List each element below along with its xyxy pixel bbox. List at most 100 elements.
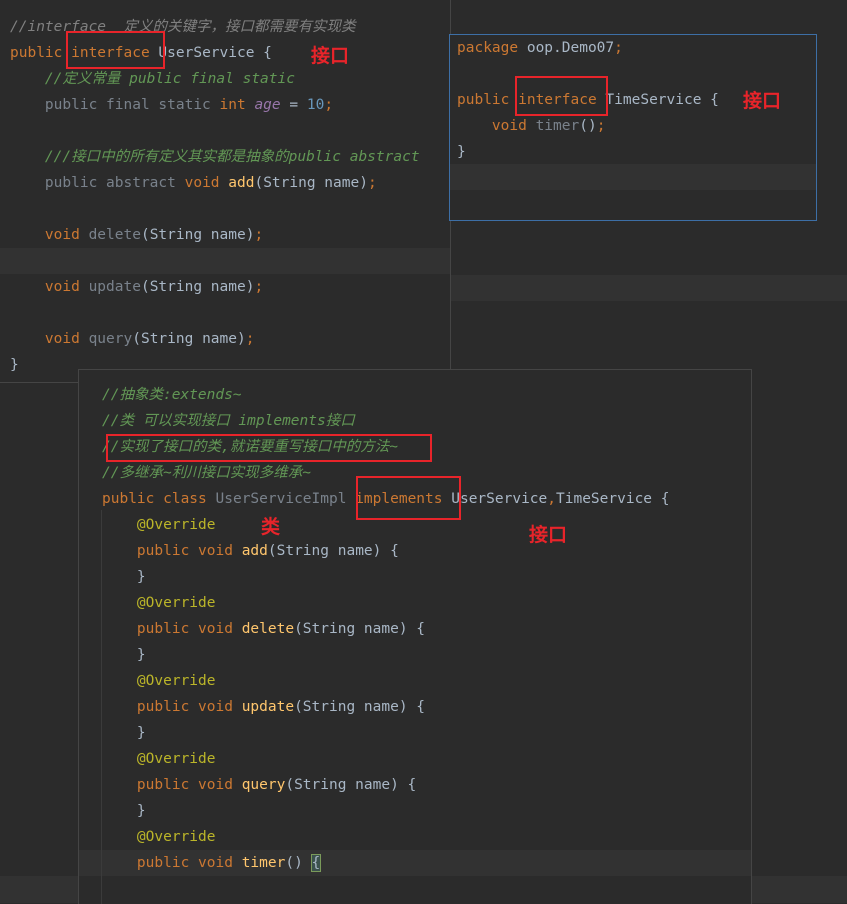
code-token: } — [457, 144, 466, 160]
code-token: update — [88, 279, 141, 295]
code-token: //定义常量 public final static — [10, 71, 295, 87]
code-line[interactable] — [0, 118, 450, 144]
code-line[interactable]: ///接口中的所有定义其实都是抽象的public abstract — [0, 144, 450, 170]
code-token: } — [102, 803, 146, 819]
code-token: (String name) { — [294, 699, 426, 715]
code-token: add — [241, 543, 268, 559]
code-token: ; — [254, 279, 264, 295]
code-token: //多继承~利川接口实现多维承~ — [102, 465, 311, 481]
code-line[interactable]: void timer(); — [450, 113, 816, 139]
code-token: (String name) — [140, 279, 255, 295]
code-token: ; — [367, 175, 377, 191]
code-token: @Override — [102, 751, 216, 767]
code-token: (String name) — [254, 175, 368, 191]
code-line[interactable]: @Override — [79, 668, 751, 694]
code-token: } — [102, 569, 146, 585]
code-token: delete — [241, 621, 295, 637]
code-line[interactable] — [0, 300, 450, 326]
code-token: (String name) { — [267, 543, 399, 559]
code-token: ; — [614, 40, 623, 56]
code-token: update — [241, 699, 295, 715]
code-token: @Override — [102, 517, 216, 533]
code-token: (String name) { — [285, 777, 417, 793]
code-token: (String name) — [140, 227, 255, 243]
code-token: void — [457, 118, 536, 134]
code-token: package — [457, 40, 527, 56]
code-token: //类 可以实现接口 implements接口 — [102, 413, 355, 429]
code-line[interactable]: } — [450, 139, 816, 165]
code-line[interactable]: public final static int age = 10; — [0, 92, 450, 118]
code-line[interactable]: public void delete(String name) { — [79, 616, 751, 642]
highlight-box-comment-line — [106, 434, 432, 462]
code-token: public void — [102, 855, 242, 871]
code-line[interactable]: //抽象类:extends~ — [79, 382, 751, 408]
code-token: public class — [102, 491, 216, 507]
code-line[interactable] — [450, 61, 816, 87]
code-token: } — [102, 647, 146, 663]
code-token: query — [241, 777, 286, 793]
code-line[interactable]: void delete(String name); — [0, 222, 450, 248]
code-line[interactable]: package oop.Demo07; — [450, 35, 816, 61]
code-token: public void — [102, 777, 242, 793]
code-line[interactable]: @Override — [79, 590, 751, 616]
code-line[interactable]: public abstract void add(String name); — [0, 170, 450, 196]
code-token: ///接口中的所有定义其实都是抽象的public abstract — [10, 149, 420, 165]
code-token: age — [254, 97, 281, 113]
code-line[interactable]: public void timer() { — [79, 850, 751, 876]
code-token: UserService { — [149, 45, 272, 61]
code-token: @Override — [102, 595, 216, 611]
code-token: public — [457, 92, 519, 108]
code-line[interactable] — [0, 248, 450, 274]
code-line[interactable]: //定义常量 public final static — [0, 66, 450, 92]
code-line[interactable]: public void update(String name) { — [79, 694, 751, 720]
code-line[interactable]: public void query(String name) { — [79, 772, 751, 798]
code-line[interactable]: } — [79, 642, 751, 668]
code-token: timer — [535, 118, 580, 134]
code-token: public void — [102, 621, 242, 637]
annotation-label-interface-3: 接口 — [529, 524, 568, 546]
current-line-highlight — [450, 164, 816, 190]
code-line[interactable] — [0, 196, 450, 222]
highlight-box-interface-keyword-2 — [515, 76, 608, 116]
code-token: public final static — [10, 97, 220, 113]
code-token: //interface 定义的关键字，接口都需要有实现类 — [10, 19, 356, 35]
annotation-label-interface-1: 接口 — [311, 45, 350, 67]
matched-brace: { — [310, 854, 322, 872]
code-line[interactable]: @Override — [79, 824, 751, 850]
code-token: query — [88, 331, 133, 347]
code-token: @Override — [102, 673, 216, 689]
highlight-box-implements-keyword — [356, 476, 461, 520]
code-token: delete — [88, 227, 141, 243]
annotation-label-class: 类 — [261, 516, 281, 538]
code-line[interactable]: void query(String name); — [0, 326, 450, 352]
code-token: UserServiceImpl — [215, 491, 356, 507]
code-token: void — [184, 175, 229, 191]
code-token: public void — [102, 699, 242, 715]
code-token: (String name) { — [294, 621, 426, 637]
code-token: TimeService { — [596, 92, 719, 108]
code-token: void — [10, 227, 89, 243]
code-line[interactable]: //类 可以实现接口 implements接口 — [79, 408, 751, 434]
code-token: () — [579, 118, 597, 134]
code-token: ; — [254, 227, 264, 243]
code-token: } — [102, 725, 146, 741]
code-token: public void — [102, 543, 242, 559]
code-token: = — [280, 97, 307, 113]
code-token: oop.Demo07 — [526, 40, 615, 56]
code-line[interactable]: } — [79, 798, 751, 824]
code-token: , — [547, 491, 556, 507]
code-token: ; — [324, 97, 334, 113]
code-token: void — [10, 331, 89, 347]
code-line[interactable]: @Override — [79, 746, 751, 772]
code-token: 10 — [306, 97, 325, 113]
editor-panel-timeservice[interactable]: package oop.Demo07; public interface Time… — [449, 34, 817, 221]
code-line[interactable]: public void add(String name) { — [79, 538, 751, 564]
code-line[interactable]: } — [79, 720, 751, 746]
code-line[interactable]: void update(String name); — [0, 274, 450, 300]
code-token: public — [10, 45, 72, 61]
code-token: //抽象类:extends~ — [102, 387, 242, 403]
code-token: add — [228, 175, 255, 191]
code-token: (String name) — [132, 331, 246, 347]
code-token: TimeService { — [556, 491, 670, 507]
code-line[interactable]: } — [79, 564, 751, 590]
